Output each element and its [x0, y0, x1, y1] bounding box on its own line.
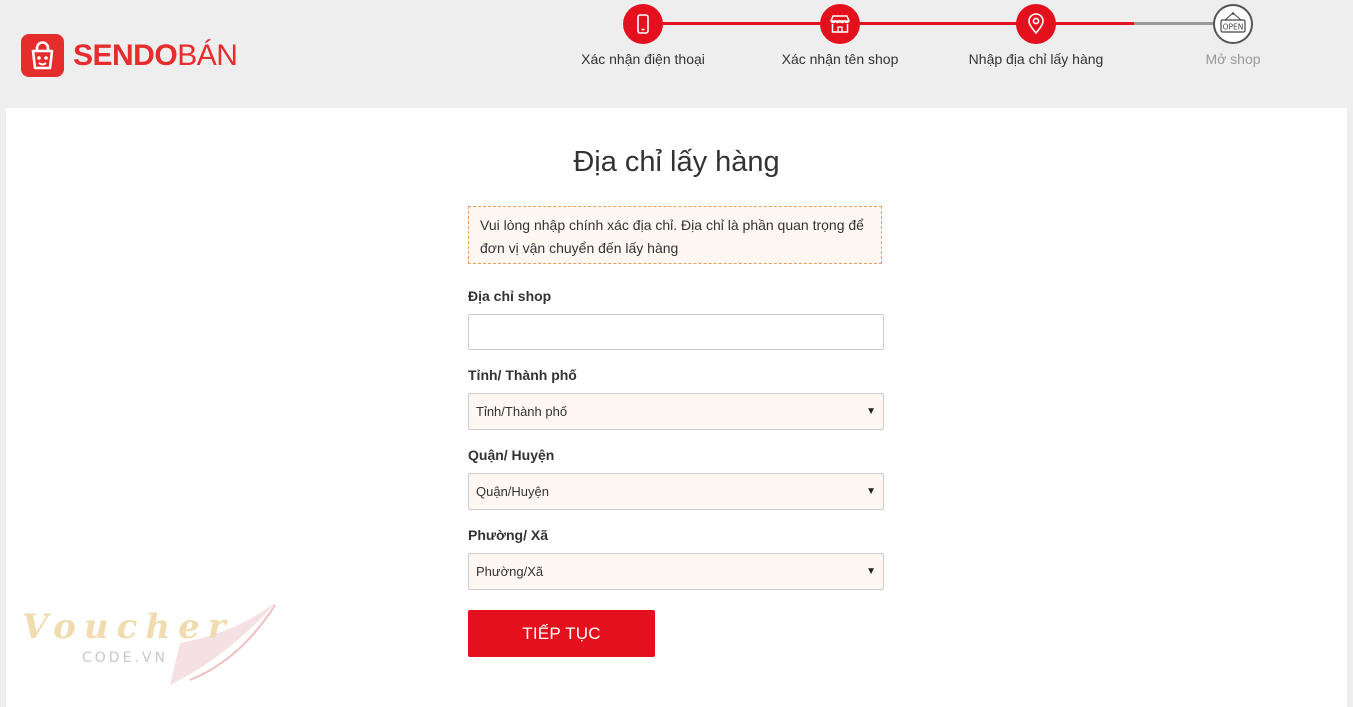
- district-select[interactable]: Quận/Huyện ▼: [468, 473, 884, 510]
- svg-text:OPEN: OPEN: [1223, 23, 1244, 32]
- address-notice: Vui lòng nhập chính xác địa chỉ. Địa chỉ…: [468, 206, 882, 264]
- caret-down-icon: ▼: [866, 406, 876, 417]
- district-select-value: Quận/Huyện: [476, 484, 549, 499]
- step-1-circle: [623, 4, 663, 44]
- caret-down-icon: ▼: [866, 566, 876, 577]
- ward-select[interactable]: Phường/Xã ▼: [468, 553, 884, 590]
- province-select[interactable]: Tỉnh/Thành phố ▼: [468, 393, 884, 430]
- step-2-label: Xác nhận tên shop: [781, 51, 899, 67]
- continue-button[interactable]: TIẾP TỤC: [468, 610, 655, 657]
- watermark-text-bottom: CODE.VN: [82, 650, 168, 666]
- step-2-circle: [820, 4, 860, 44]
- step-connector-1: [643, 22, 841, 25]
- province-label: Tỉnh/ Thành phố: [468, 367, 577, 383]
- step-3-circle: [1016, 4, 1056, 44]
- step-3-label: Nhập địa chỉ lấy hàng: [968, 51, 1104, 67]
- province-select-value: Tỉnh/Thành phố: [476, 404, 568, 419]
- progress-stepper: OPEN Xác nhận điện thoại Xác nhận tên sh…: [0, 0, 1353, 108]
- step-connector-2: [841, 22, 1039, 25]
- page-title: Địa chỉ lấy hàng: [573, 146, 780, 178]
- step-4-label: Mở shop: [1205, 51, 1261, 67]
- ward-label: Phường/ Xã: [468, 527, 548, 543]
- store-icon: [830, 15, 850, 33]
- phone-icon: [637, 14, 649, 34]
- address-input[interactable]: [468, 314, 884, 350]
- open-sign-icon: OPEN: [1220, 12, 1246, 33]
- top-header: SENDOBÁN OPEN Xác nhận điện thoại Xác nh…: [0, 0, 1353, 108]
- step-4-circle: OPEN: [1213, 4, 1253, 44]
- address-label: Địa chỉ shop: [468, 288, 552, 304]
- ward-select-value: Phường/Xã: [476, 564, 544, 579]
- caret-down-icon: ▼: [866, 486, 876, 497]
- vouchercode-watermark: Voucher CODE.VN: [22, 603, 276, 685]
- district-label: Quận/ Huyện: [468, 447, 555, 463]
- location-pin-icon: [1028, 13, 1044, 35]
- watermark-text-top: Voucher: [22, 607, 234, 647]
- step-1-label: Xác nhận điện thoại: [581, 51, 705, 67]
